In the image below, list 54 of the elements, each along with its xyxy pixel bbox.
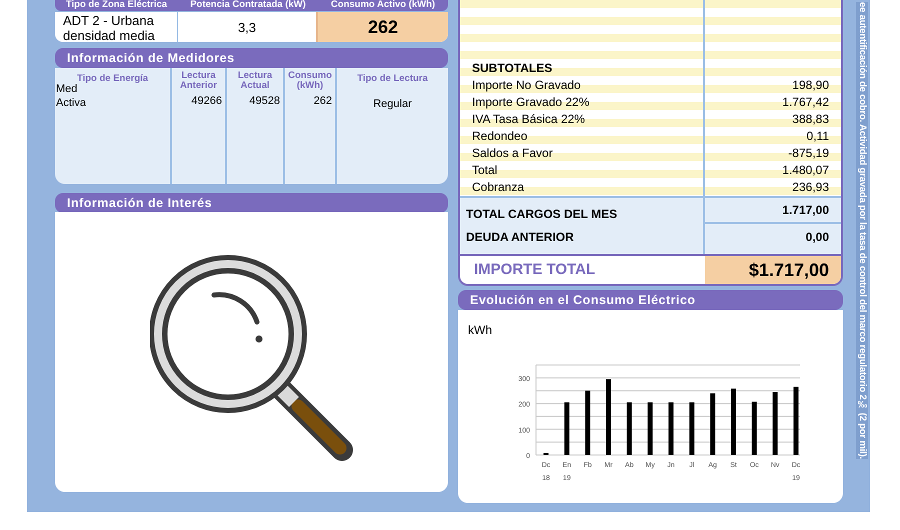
section-header: Evolución en el Consumo Eléctrico (458, 290, 843, 310)
column-header: Lectura Actual (236, 69, 274, 91)
table-cell: 262 (318, 12, 448, 42)
column-header: Tipo de Lectura (356, 72, 429, 84)
column-header: Lectura Anterior (179, 69, 218, 91)
table-cell-text: 262 (312, 95, 333, 108)
charge-amount: 0,11 (806, 128, 829, 145)
grand-total-amount: $1.717,00 (705, 256, 841, 284)
column-header: Tipo de Energía (76, 72, 150, 84)
total-amount: 0,00 (804, 228, 830, 246)
charge-amount: 1.767,42 (782, 94, 829, 111)
table-cell: ADT 2 - Urbana densidad media (55, 12, 178, 42)
group-label: Med (55, 83, 78, 96)
bar (564, 402, 570, 455)
table-cell-text: Activa (55, 97, 87, 110)
charge-amount: 388,83 (792, 111, 829, 128)
bar (731, 388, 736, 455)
section-label: SUBTOTALES (472, 60, 554, 77)
section-header: Información de Medidores (55, 48, 448, 68)
column-header: Potencia Contratada (kW) (189, 0, 307, 11)
bar (752, 402, 757, 455)
unit-label: kWh (468, 322, 492, 339)
charge-label: Total (472, 162, 498, 179)
bar (794, 386, 798, 455)
grand-total-label: IMPORTE TOTAL (473, 260, 596, 280)
bar (648, 402, 653, 455)
charge-label: Cobranza (472, 179, 526, 196)
table-cell-text: 49528 (248, 95, 281, 108)
total-label: DEUDA ANTERIOR (466, 229, 575, 246)
total-label: TOTAL CARGOS DEL MES (466, 206, 618, 223)
charge-label: IVA Tasa Básica 22% (472, 111, 586, 128)
section-header: Información de Interés (55, 193, 448, 213)
bar (710, 393, 716, 455)
table-cell-text: 49266 (190, 95, 223, 108)
charge-label: Redondeo (472, 128, 528, 145)
bar (585, 390, 590, 455)
charge-label: Importe Gravado 22% (472, 94, 590, 111)
bar (689, 402, 694, 455)
charge-label: Saldos a Favor (472, 145, 554, 162)
charge-amount: 236,93 (792, 179, 829, 196)
bar (668, 402, 674, 455)
column-header: Consumo Activo (kWh) (330, 0, 436, 11)
charge-amount: 198,90 (792, 77, 829, 94)
charge-label: Importe No Gravado (472, 77, 582, 94)
bar (626, 402, 632, 455)
charge-amount: -875,19 (788, 145, 829, 162)
bar (544, 452, 548, 455)
total-amount: 1.717,00 (705, 198, 841, 224)
column-header: Tipo de Zona Eléctrica (64, 0, 168, 11)
table-cell-text: Regular (372, 98, 413, 111)
column-header: Consumo (kWh) (287, 69, 333, 91)
charge-amount: 1.480,07 (782, 162, 829, 179)
bar (772, 392, 778, 455)
side-note: ee autentificación de cobro. Actividad gravada por la tasa de control del marco regulatorio 2‰ (2 por mil). (856, 2, 868, 459)
